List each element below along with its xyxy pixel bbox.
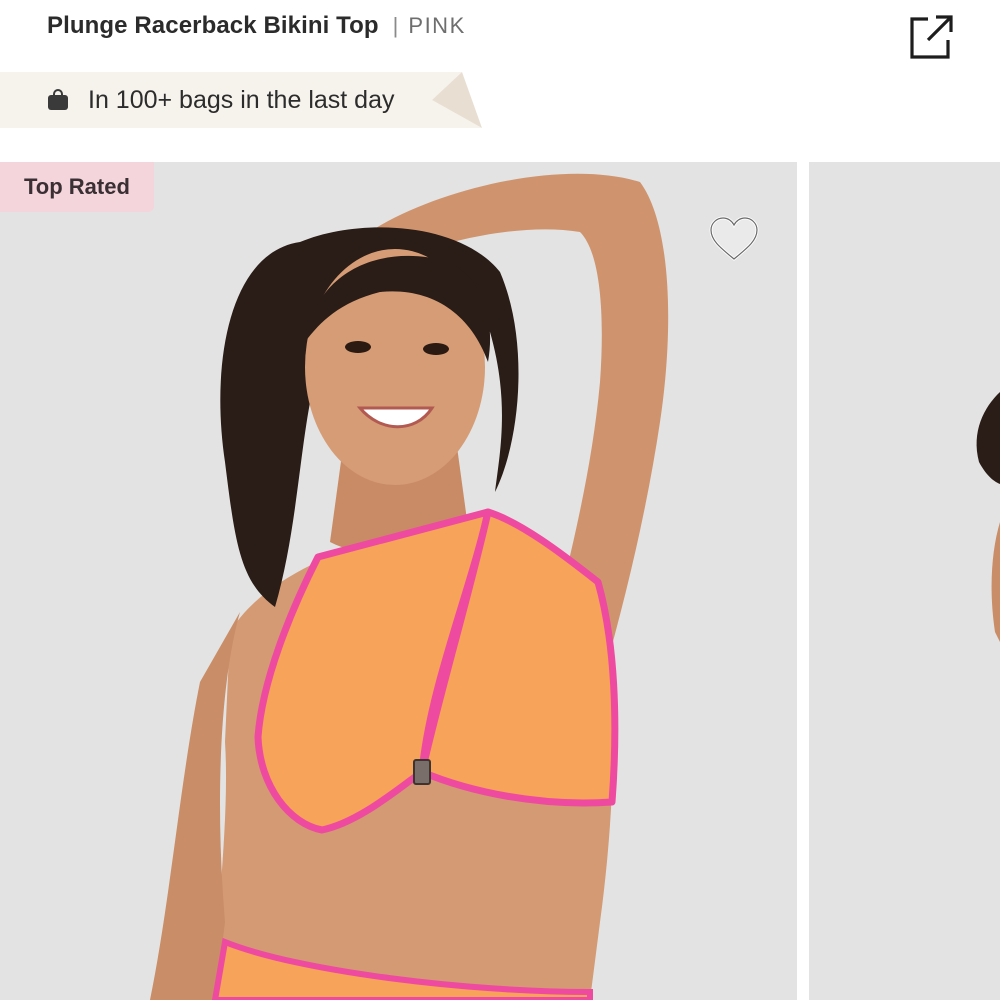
product-image-next[interactable] [809,162,1000,1000]
share-button[interactable] [902,8,958,64]
model-photo [0,162,797,1000]
brand-name: PINK [408,13,466,38]
product-image-main[interactable]: Top Rated [0,162,797,1000]
model-photo-next [809,162,1000,1000]
title-row: Plunge Racerback Bikini Top | PINK [47,12,466,40]
favorite-button[interactable] [707,214,761,264]
top-rated-badge: Top Rated [0,162,154,212]
banner-text: In 100+ bags in the last day [88,85,395,114]
share-external-icon [910,15,953,59]
product-image-gallery[interactable]: Top Rated [0,162,1000,1000]
product-header: Plunge Racerback Bikini Top | PINK [0,0,1000,60]
badge-label: Top Rated [24,174,130,199]
product-title: Plunge Racerback Bikini Top [47,12,379,39]
title-separator: | [392,13,399,38]
heart-outline-icon [709,216,759,261]
popularity-banner: In 100+ bags in the last day [0,72,482,128]
shopping-bag-icon [46,88,70,112]
